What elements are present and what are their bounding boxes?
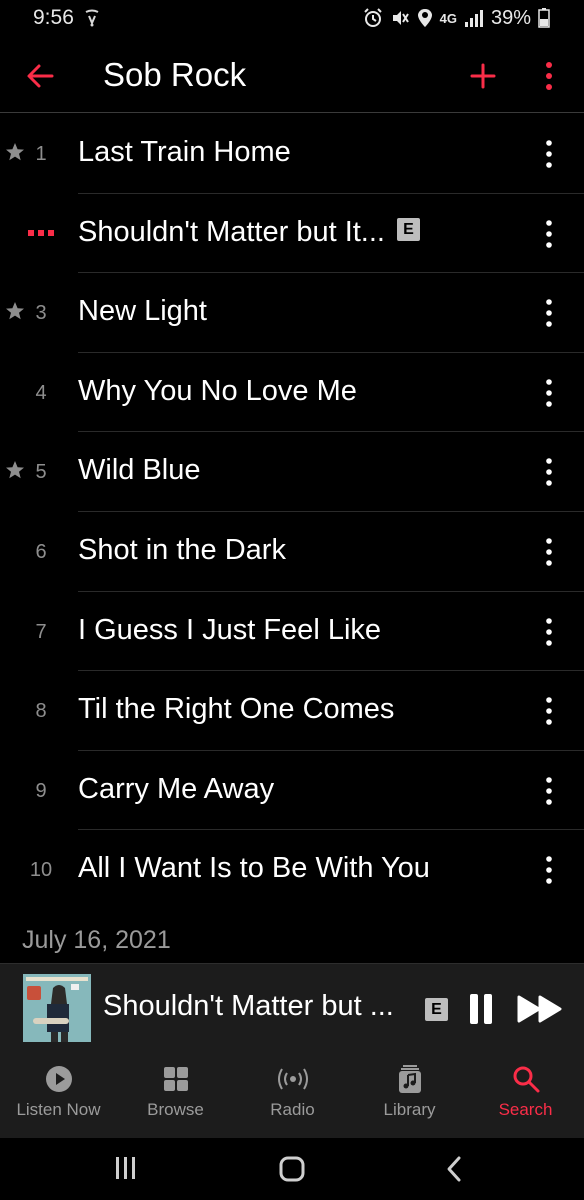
track-title-container: Shouldn't Matter but It... E [78, 216, 420, 249]
grid-icon [163, 1067, 188, 1091]
more-vertical-icon[interactable] [537, 218, 561, 250]
track-title-container: New Light [78, 295, 207, 328]
location-icon [417, 9, 432, 27]
track-row[interactable]: 5 Wild Blue [0, 432, 584, 512]
explicit-badge: E [396, 218, 420, 242]
signal-icon [464, 10, 483, 27]
status-time: 9:56 [33, 6, 74, 29]
track-row[interactable]: 8 Til the Right One Comes [0, 671, 584, 751]
tab-listen-now[interactable]: Listen Now [0, 1064, 117, 1120]
track-row[interactable]: 3 New Light [0, 273, 584, 353]
mini-player[interactable]: Shouldn't Matter but ... E [0, 963, 584, 1055]
track-list: 1 Last Train Home Shouldn't Matter but It.… [0, 114, 584, 910]
more-vertical-icon[interactable] [537, 377, 561, 409]
track-title: Til the Right One Comes [78, 693, 395, 726]
tab-search[interactable]: Search [467, 1064, 584, 1120]
track-row[interactable]: 9 Carry Me Away [0, 751, 584, 831]
back-arrow-icon[interactable] [22, 58, 58, 94]
more-vertical-icon[interactable] [537, 775, 561, 807]
track-number: 8 [35, 700, 47, 723]
track-row[interactable]: 4 Why You No Love Me [0, 353, 584, 433]
more-vertical-icon[interactable] [537, 695, 561, 727]
recents-icon[interactable] [111, 1155, 141, 1181]
track-title: Shot in the Dark [78, 533, 286, 566]
track-row[interactable]: 7 I Guess I Just Feel Like [0, 592, 584, 672]
track-title-container: I Guess I Just Feel Like [78, 614, 381, 647]
track-row[interactable]: 1 Last Train Home [0, 114, 584, 194]
alarm-icon [363, 8, 382, 27]
track-row[interactable]: 6 Shot in the Dark [0, 512, 584, 592]
track-number: 1 [35, 143, 47, 165]
status-icons: 4G 39% [363, 6, 550, 30]
track-title-container: Carry Me Away [78, 773, 274, 806]
track-title: Last Train Home [78, 136, 291, 168]
release-date: July 16, 2021 [22, 926, 171, 954]
app-bar: Sob Rock [0, 40, 584, 113]
track-title-container: Shot in the Dark [78, 534, 286, 567]
track-title-container: Why You No Love Me [78, 375, 357, 408]
more-vertical-icon[interactable] [537, 297, 561, 329]
album-art[interactable] [23, 974, 91, 1042]
tab-browse[interactable]: Browse [117, 1064, 234, 1120]
search-icon [513, 1066, 539, 1093]
tab-label: Search [498, 1100, 553, 1119]
pause-icon[interactable] [466, 991, 496, 1027]
track-number: 10 [29, 859, 53, 882]
music-library-icon [398, 1065, 421, 1093]
more-vertical-icon[interactable] [537, 456, 561, 488]
track-number: 7 [35, 620, 47, 643]
track-title: All I Want Is to Be With You [78, 852, 430, 885]
play-circle-icon [45, 1066, 72, 1092]
now-playing-title: Shouldn't Matter but ... [103, 990, 394, 1022]
more-vertical-icon[interactable] [537, 536, 561, 568]
battery-icon [538, 8, 550, 28]
tab-label: Library [383, 1100, 436, 1119]
tab-label: Listen Now [16, 1100, 101, 1119]
plus-icon[interactable] [467, 60, 499, 92]
now-playing-indicator-icon [28, 229, 54, 236]
page-title: Sob Rock [103, 56, 247, 93]
fast-forward-icon[interactable] [516, 993, 564, 1025]
track-title-container: Wild Blue [78, 454, 201, 487]
track-title: Shouldn't Matter but It... [78, 215, 385, 248]
explicit-badge: E [425, 998, 448, 1021]
track-number: 6 [35, 540, 47, 563]
track-title-container: Til the Right One Comes [78, 693, 394, 726]
network-type: 4G [439, 10, 457, 26]
notification-icon [85, 9, 99, 27]
track-title-container: All I Want Is to Be With You [78, 852, 430, 885]
tab-label: Radio [270, 1100, 315, 1119]
more-vertical-icon[interactable] [537, 616, 561, 648]
tab-radio[interactable]: Radio [234, 1064, 351, 1120]
track-title: Why You No Love Me [78, 374, 357, 407]
track-title: Wild Blue [78, 454, 201, 487]
tab-label: Browse [147, 1100, 204, 1119]
track-number: 3 [35, 302, 47, 325]
system-nav-bar [0, 1138, 584, 1200]
home-icon[interactable] [278, 1155, 306, 1183]
more-vertical-icon[interactable] [536, 59, 562, 93]
back-icon[interactable] [444, 1154, 464, 1184]
track-number: 9 [35, 779, 47, 802]
track-title-container: Last Train Home [78, 136, 291, 169]
radio-waves-icon [277, 1068, 308, 1090]
track-title: New Light [78, 295, 207, 328]
tab-library[interactable]: Library [351, 1064, 468, 1120]
more-vertical-icon[interactable] [537, 138, 561, 170]
track-title: Carry Me Away [78, 772, 275, 805]
track-number: 5 [35, 461, 47, 484]
status-bar: 9:56 4G 39% [0, 0, 584, 38]
track-row[interactable]: Shouldn't Matter but It... E [0, 194, 584, 274]
tab-bar: Listen Now Browse Radio Library Search [0, 1054, 584, 1138]
track-number: 4 [35, 381, 47, 404]
mute-icon [392, 11, 409, 25]
battery-percent: 39% [490, 6, 531, 29]
more-vertical-icon[interactable] [537, 854, 561, 886]
track-title: I Guess I Just Feel Like [78, 613, 382, 646]
track-row[interactable]: 10 All I Want Is to Be With You [0, 830, 584, 910]
